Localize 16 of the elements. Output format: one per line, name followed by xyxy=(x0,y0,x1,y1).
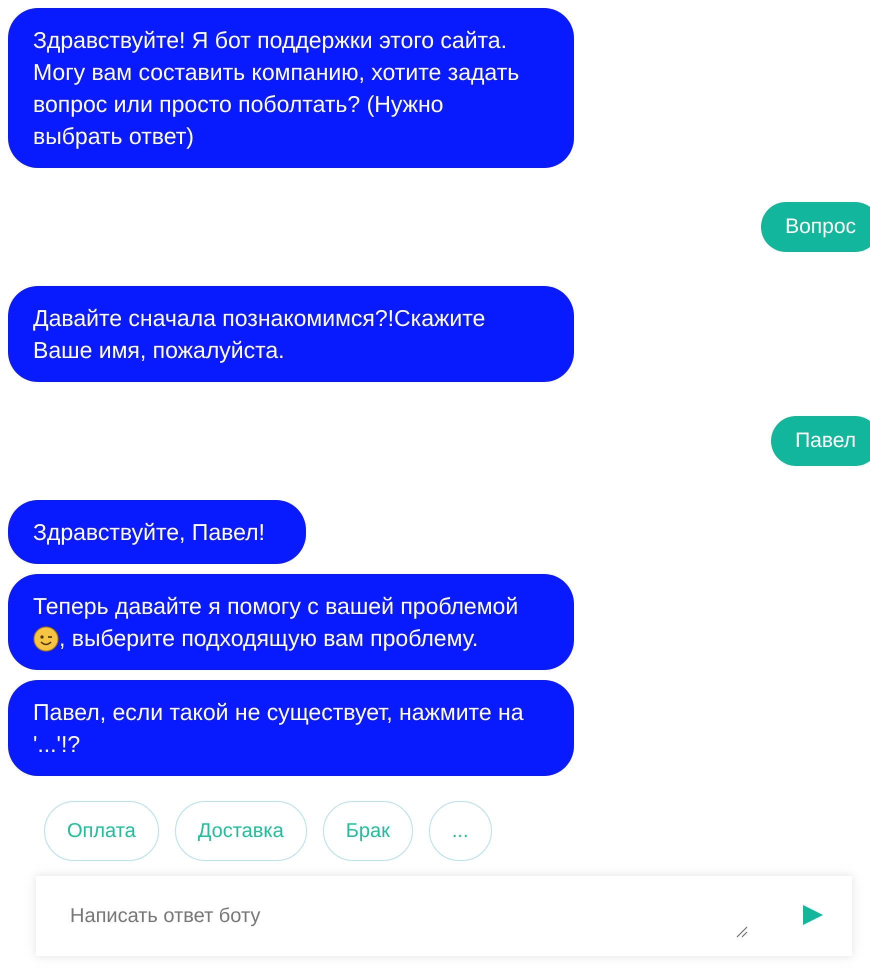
quick-reply-button[interactable]: Брак xyxy=(322,801,413,861)
quick-reply-button[interactable]: Доставка xyxy=(174,801,307,861)
message-text: Здравствуйте, Павел! xyxy=(33,519,265,545)
message-text: Здравствуйте! Я бот поддержки этого сайта. Могу вам составить компанию, хотите задать вопрос или просто поболтать? (Нужно выбрать ответ) xyxy=(33,27,520,149)
send-icon[interactable] xyxy=(802,904,824,926)
message-text: Теперь давайте я помогу с вашей проблемой xyxy=(33,593,518,619)
message-text: Вопрос xyxy=(785,214,856,240)
quick-reply-button[interactable]: ... xyxy=(428,801,492,861)
message-text: Павел, если такой не существует, нажмите на '...'!? xyxy=(33,699,524,757)
message-text: Давайте сначала познакомимся?!Скажите Ваше имя, пожалуйста. xyxy=(33,305,486,363)
resize-grip-icon xyxy=(736,926,748,938)
winking-face-icon xyxy=(33,626,59,652)
quick-reply-button[interactable]: Оплата xyxy=(44,801,159,861)
reply-composer[interactable]: Написать ответ боту xyxy=(36,876,852,956)
message-text: Павел xyxy=(795,428,856,454)
message-text: , выберите подходящую вам проблему. xyxy=(59,625,478,651)
